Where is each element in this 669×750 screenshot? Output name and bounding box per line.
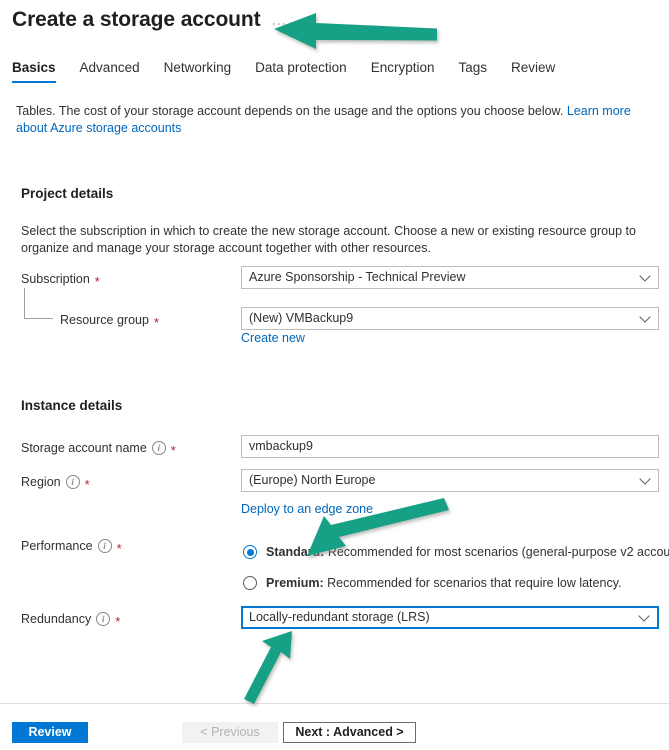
radio-selected-icon — [243, 545, 257, 559]
region-label-text: Region — [21, 475, 61, 489]
previous-button: < Previous — [182, 722, 278, 743]
redundancy-label: Redundancy i * — [21, 612, 121, 629]
chevron-down-icon — [640, 612, 649, 621]
info-icon[interactable]: i — [65, 475, 80, 489]
performance-standard-radio[interactable]: Standard: Recommended for most scenarios… — [243, 545, 669, 559]
create-new-resource-group-link[interactable]: Create new — [241, 331, 305, 345]
chevron-down-icon — [641, 272, 650, 281]
storage-account-name-value: vmbackup9 — [249, 439, 313, 453]
project-details-heading: Project details — [21, 186, 114, 201]
performance-standard-bold: Standard: — [266, 545, 325, 559]
subscription-label-text: Subscription — [21, 272, 90, 286]
tab-advanced[interactable]: Advanced — [80, 60, 140, 83]
intro-sentence: Tables. The cost of your storage account… — [16, 104, 567, 118]
performance-premium-radio[interactable]: Premium: Recommended for scenarios that … — [243, 576, 621, 590]
region-dropdown[interactable]: (Europe) North Europe — [241, 469, 659, 492]
performance-label: Performance i * — [21, 539, 122, 556]
subscription-value: Azure Sponsorship - Technical Preview — [249, 270, 466, 284]
arrow-to-redundancy — [244, 631, 292, 704]
next-advanced-button[interactable]: Next : Advanced > — [283, 722, 416, 743]
region-label: Region i * — [21, 475, 90, 492]
resource-group-value: (New) VMBackup9 — [249, 311, 354, 325]
footer-divider — [0, 703, 669, 704]
wizard-tabs: Basics Advanced Networking Data protecti… — [12, 60, 579, 83]
performance-required-asterisk: * — [116, 540, 122, 556]
subscription-label: Subscription * — [21, 272, 100, 289]
subscription-required-asterisk: * — [94, 273, 100, 289]
performance-label-text: Performance — [21, 539, 93, 553]
performance-standard-rest: Recommended for most scenarios (general-… — [324, 545, 669, 559]
info-icon[interactable]: i — [96, 612, 111, 626]
storage-account-name-required-asterisk: * — [170, 442, 176, 458]
chevron-down-icon — [641, 475, 650, 484]
region-value: (Europe) North Europe — [249, 473, 376, 487]
page-title: Create a storage account — [12, 8, 261, 31]
subscription-dropdown[interactable]: Azure Sponsorship - Technical Preview — [241, 266, 659, 289]
storage-account-name-label: Storage account name i * — [21, 441, 176, 458]
resource-group-tree-connector — [24, 288, 53, 319]
performance-premium-bold: Premium: — [266, 576, 324, 590]
redundancy-value: Locally-redundant storage (LRS) — [249, 610, 430, 624]
tab-review[interactable]: Review — [511, 60, 555, 83]
intro-text: Tables. The cost of your storage account… — [16, 103, 660, 137]
tab-basics[interactable]: Basics — [12, 60, 56, 83]
redundancy-dropdown[interactable]: Locally-redundant storage (LRS) — [241, 606, 659, 629]
region-required-asterisk: * — [84, 476, 90, 492]
resource-group-label: Resource group * — [60, 313, 160, 330]
tab-tags[interactable]: Tags — [458, 60, 487, 83]
arrow-to-title — [274, 13, 437, 49]
performance-standard-label: Standard: Recommended for most scenarios… — [266, 545, 669, 559]
resource-group-dropdown[interactable]: (New) VMBackup9 — [241, 307, 659, 330]
tab-encryption[interactable]: Encryption — [371, 60, 435, 83]
storage-account-name-input[interactable]: vmbackup9 — [241, 435, 659, 458]
redundancy-required-asterisk: * — [115, 613, 121, 629]
storage-account-name-label-text: Storage account name — [21, 441, 147, 455]
resource-group-label-text: Resource group — [60, 313, 149, 327]
info-icon[interactable]: i — [97, 539, 112, 553]
chevron-down-icon — [641, 313, 650, 322]
info-icon[interactable]: i — [151, 441, 166, 455]
radio-unselected-icon — [243, 576, 257, 590]
instance-details-heading: Instance details — [21, 398, 123, 413]
performance-premium-rest: Recommended for scenarios that require l… — [323, 576, 622, 590]
create-storage-account-blade: Create a storage account ... Basics Adva… — [0, 0, 669, 750]
performance-premium-label: Premium: Recommended for scenarios that … — [266, 576, 621, 590]
project-details-description: Select the subscription in which to crea… — [21, 224, 636, 255]
tab-networking[interactable]: Networking — [164, 60, 232, 83]
redundancy-label-text: Redundancy — [21, 612, 92, 626]
title-ellipsis: ... — [272, 12, 287, 28]
resource-group-required-asterisk: * — [153, 314, 160, 330]
review-button[interactable]: Review — [12, 722, 88, 743]
tab-data-protection[interactable]: Data protection — [255, 60, 347, 83]
deploy-edge-zone-link[interactable]: Deploy to an edge zone — [241, 502, 373, 516]
